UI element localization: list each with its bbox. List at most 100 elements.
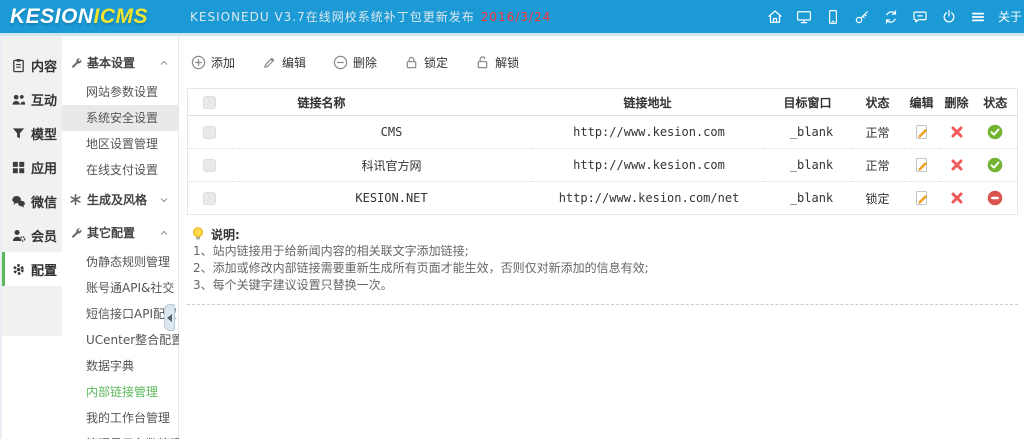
announcement-date: 2016/3/24 xyxy=(481,10,552,24)
link-target: _blank xyxy=(764,149,852,182)
col-header-delete: 删除 xyxy=(940,89,974,116)
nav-item-wechat[interactable]: 微信 xyxy=(2,184,62,218)
col-header-state: 状态 xyxy=(974,89,1018,116)
comment-icon[interactable] xyxy=(911,8,929,26)
status-ok-icon[interactable] xyxy=(987,157,1003,173)
unlock-button[interactable]: 解锁 xyxy=(475,54,519,71)
group-basic-settings[interactable]: 基本设置 xyxy=(62,46,178,79)
link-target: _blank xyxy=(764,182,852,215)
sidebar-collapse-handle[interactable] xyxy=(164,304,175,331)
apps-icon xyxy=(11,160,26,175)
link-name: KESION.NET xyxy=(232,182,532,215)
power-icon[interactable] xyxy=(940,8,958,26)
nav-item-content[interactable]: 内容 xyxy=(2,48,62,82)
announcement-title: KESIONEDU V3.7在线网校系统补丁包更新发布 xyxy=(190,10,475,24)
nav-item-label: 内容 xyxy=(31,56,57,75)
link-url: http://www.kesion.com xyxy=(532,149,764,182)
about-link[interactable]: 关于 xyxy=(998,8,1022,25)
menu-item-internal-links[interactable]: 内部链接管理 xyxy=(62,379,178,405)
menu-icon[interactable] xyxy=(969,8,987,26)
row-checkbox[interactable] xyxy=(203,126,216,139)
group-label: 基本设置 xyxy=(87,54,153,71)
clipboard-icon xyxy=(11,58,26,73)
menu-item-display-count[interactable]: 管理显示条数管理 xyxy=(62,431,178,439)
member-icon xyxy=(11,228,26,243)
nav-item-member[interactable]: 会员 xyxy=(2,218,62,252)
nav-item-label: 模型 xyxy=(31,124,57,143)
collapse-left-icon xyxy=(167,314,172,322)
nav-item-model[interactable]: 模型 xyxy=(2,116,62,150)
delete-row-icon[interactable] xyxy=(949,190,965,206)
link-status: 正常 xyxy=(852,116,904,149)
note-title: 说明: xyxy=(211,226,240,243)
chevron-down-icon xyxy=(158,194,170,206)
delete-button[interactable]: 删除 xyxy=(333,54,377,71)
menu-item-my-workbench[interactable]: 我的工作台管理 xyxy=(62,405,178,431)
nav-item-label: 配置 xyxy=(31,260,57,279)
menu-item-site-params[interactable]: 网站参数设置 xyxy=(62,79,178,105)
menu-item-sms-api[interactable]: 短信接口API配置 xyxy=(62,301,178,327)
delete-row-icon[interactable] xyxy=(949,157,965,173)
table-row: CMS http://www.kesion.com _blank 正常 xyxy=(188,116,1018,149)
logo-text-secondary: ICMS xyxy=(94,5,149,28)
nav-item-interaction[interactable]: 互动 xyxy=(2,82,62,116)
lock-icon xyxy=(404,55,419,70)
mobile-icon[interactable] xyxy=(824,8,842,26)
menu-item-online-payment[interactable]: 在线支付设置 xyxy=(62,157,178,183)
select-all-checkbox[interactable] xyxy=(203,96,216,109)
home-icon[interactable] xyxy=(766,8,784,26)
minus-circle-icon xyxy=(333,55,348,70)
edit-row-icon[interactable] xyxy=(914,157,930,173)
edit-button[interactable]: 编辑 xyxy=(262,54,306,71)
nav-item-label: 互动 xyxy=(31,90,57,109)
link-target: _blank xyxy=(764,116,852,149)
key-icon[interactable] xyxy=(853,8,871,26)
lock-button[interactable]: 锁定 xyxy=(404,54,448,71)
nav-item-label: 会员 xyxy=(31,226,57,245)
note-line: 2、添加或修改内部链接需要重新生成所有页面才能生效，否则仅对新添加的信息有效; xyxy=(191,260,1016,277)
edit-row-icon[interactable] xyxy=(914,124,930,140)
delete-row-icon[interactable] xyxy=(949,124,965,140)
desktop-icon[interactable] xyxy=(795,8,813,26)
lock-button-label: 锁定 xyxy=(424,54,448,71)
add-button[interactable]: 添加 xyxy=(191,54,235,71)
nav-item-label: 应用 xyxy=(31,158,57,177)
group-generation-style[interactable]: 生成及风格 xyxy=(62,183,178,216)
row-checkbox[interactable] xyxy=(203,159,216,172)
filter-icon xyxy=(11,126,26,141)
select-all-cell xyxy=(188,89,232,116)
group-label: 其它配置 xyxy=(87,224,153,241)
col-header-link-name: 链接名称 xyxy=(232,89,532,116)
primary-sidebar-items: 内容 互动 模型 应用 微信 会员 配置 xyxy=(2,36,62,336)
status-ok-icon[interactable] xyxy=(987,124,1003,140)
link-url: http://www.kesion.com/net xyxy=(532,182,764,215)
add-button-label: 添加 xyxy=(211,54,235,71)
nav-item-config[interactable]: 配置 xyxy=(2,252,62,286)
bulb-icon xyxy=(191,226,205,242)
table-header-row: 链接名称 链接地址 目标窗口 状态 编辑 删除 状态 xyxy=(188,89,1018,116)
note-title-row: 说明: xyxy=(191,225,1016,243)
menu-item-data-dict[interactable]: 数据字典 xyxy=(62,353,178,379)
nav-item-apps[interactable]: 应用 xyxy=(2,150,62,184)
pencil-icon xyxy=(262,55,277,70)
row-checkbox[interactable] xyxy=(203,192,216,205)
menu-item-region-settings[interactable]: 地区设置管理 xyxy=(62,131,178,157)
menu-item-account-api[interactable]: 账号通API&社交 xyxy=(62,275,178,301)
status-locked-icon[interactable] xyxy=(987,190,1003,206)
menu-item-ucenter[interactable]: UCenter整合配置 xyxy=(62,327,178,353)
toolbar: 添加 编辑 删除 锁定 解锁 xyxy=(187,36,1018,88)
announcement-text: KESIONEDU V3.7在线网校系统补丁包更新发布 2016/3/24 xyxy=(190,8,551,25)
chevron-up-icon xyxy=(158,227,170,239)
header-icon-bar: 关于 xyxy=(766,0,1022,33)
note-line: 1、站内链接用于给新闻内容的相关联文字添加链接; xyxy=(191,243,1016,260)
plus-circle-icon xyxy=(191,55,206,70)
edit-row-icon[interactable] xyxy=(914,190,930,206)
secondary-sidebar: 基本设置 网站参数设置 系统安全设置 地区设置管理 在线支付设置 生成及风格 其… xyxy=(62,36,179,439)
link-name: CMS xyxy=(232,116,532,149)
refresh-icon[interactable] xyxy=(882,8,900,26)
group-other-config[interactable]: 其它配置 xyxy=(62,216,178,249)
menu-item-pseudo-static[interactable]: 伪静态规则管理 xyxy=(62,249,178,275)
logo-text-primary: KESION xyxy=(10,5,94,28)
menu-item-system-security[interactable]: 系统安全设置 xyxy=(62,105,178,131)
wechat-icon xyxy=(11,194,26,209)
